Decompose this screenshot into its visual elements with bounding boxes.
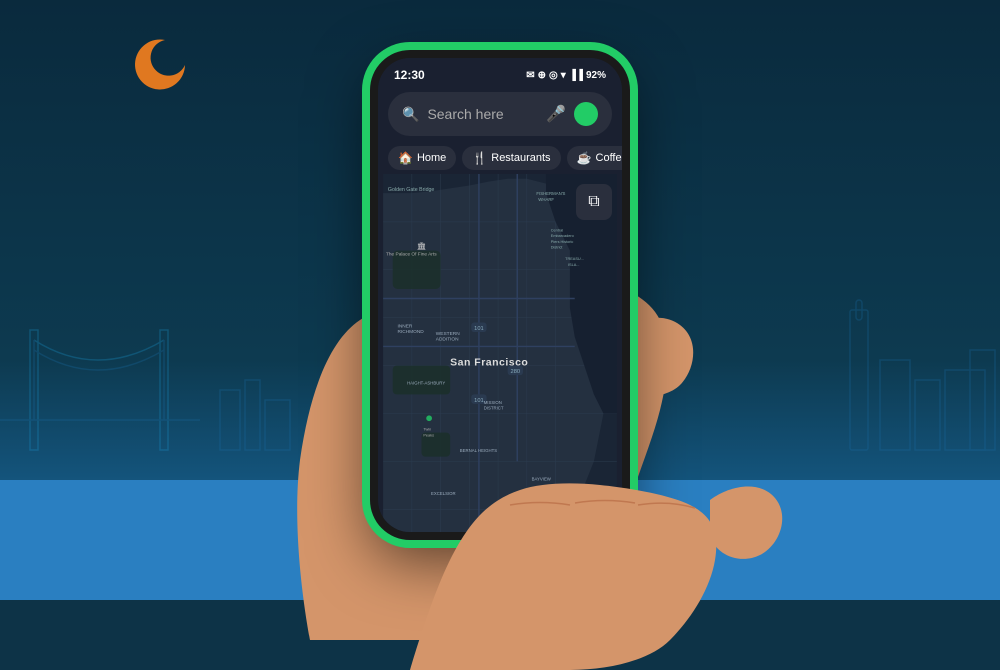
svg-text:TREASU...: TREASU... bbox=[565, 257, 584, 261]
layers-icon: ⧉ bbox=[588, 193, 599, 211]
account-dot[interactable] bbox=[574, 102, 598, 126]
location-icon: ⊕ bbox=[538, 70, 546, 81]
svg-text:FISHERMAN'S: FISHERMAN'S bbox=[536, 191, 565, 196]
search-prefix-icon: 🔍 bbox=[402, 106, 419, 123]
search-placeholder: Search here bbox=[427, 106, 538, 122]
svg-text:WHARF: WHARF bbox=[538, 197, 554, 202]
email-icon: ✉ bbox=[526, 70, 534, 81]
layer-button[interactable]: ⧉ bbox=[576, 184, 612, 220]
quick-access-chips: 🏠 Home 🍴 Restaurants ☕ Coffee 🍸 B bbox=[378, 142, 622, 174]
svg-text:Piers Historic: Piers Historic bbox=[551, 240, 574, 244]
home-chip-icon: 🏠 bbox=[398, 151, 413, 165]
wifi-icon: ▾ bbox=[561, 70, 566, 81]
svg-text:The Palace Of Fine Arts: The Palace Of Fine Arts bbox=[386, 251, 437, 257]
mic-icon[interactable]: 🎤 bbox=[546, 104, 566, 124]
restaurants-chip-icon: 🍴 bbox=[472, 151, 487, 165]
hand-front bbox=[410, 320, 810, 670]
svg-text:Embarcadero: Embarcadero bbox=[551, 234, 574, 238]
phone-container: 12:30 ✉ ⊕ ◎ ▾ ▐▐ 92% 🔍 Search here 🎤 bbox=[310, 10, 690, 590]
search-bar[interactable]: 🔍 Search here 🎤 bbox=[388, 92, 612, 136]
coffee-chip-icon: ☕ bbox=[577, 151, 592, 165]
svg-text:ISLA...: ISLA... bbox=[568, 263, 580, 267]
svg-text:Central: Central bbox=[551, 228, 563, 232]
signal-icon: ▐▐ bbox=[569, 70, 583, 81]
coffee-chip-label: Coffee bbox=[596, 152, 622, 164]
status-icons: ✉ ⊕ ◎ ▾ ▐▐ 92% bbox=[526, 70, 606, 81]
moon-icon bbox=[130, 30, 200, 100]
status-time: 12:30 bbox=[394, 68, 425, 82]
restaurants-chip-label: Restaurants bbox=[491, 152, 550, 164]
svg-text:Golden Gate Bridge: Golden Gate Bridge bbox=[388, 187, 434, 193]
svg-text:🏛: 🏛 bbox=[417, 242, 427, 251]
home-chip[interactable]: 🏠 Home bbox=[388, 146, 456, 170]
home-chip-label: Home bbox=[417, 152, 446, 164]
battery-icon: 92% bbox=[586, 70, 606, 81]
coffee-chip[interactable]: ☕ Coffee bbox=[567, 146, 622, 170]
vpn-icon: ◎ bbox=[549, 70, 558, 81]
status-bar: 12:30 ✉ ⊕ ◎ ▾ ▐▐ 92% bbox=[378, 58, 622, 86]
svg-text:District: District bbox=[551, 246, 564, 250]
restaurants-chip[interactable]: 🍴 Restaurants bbox=[462, 146, 560, 170]
